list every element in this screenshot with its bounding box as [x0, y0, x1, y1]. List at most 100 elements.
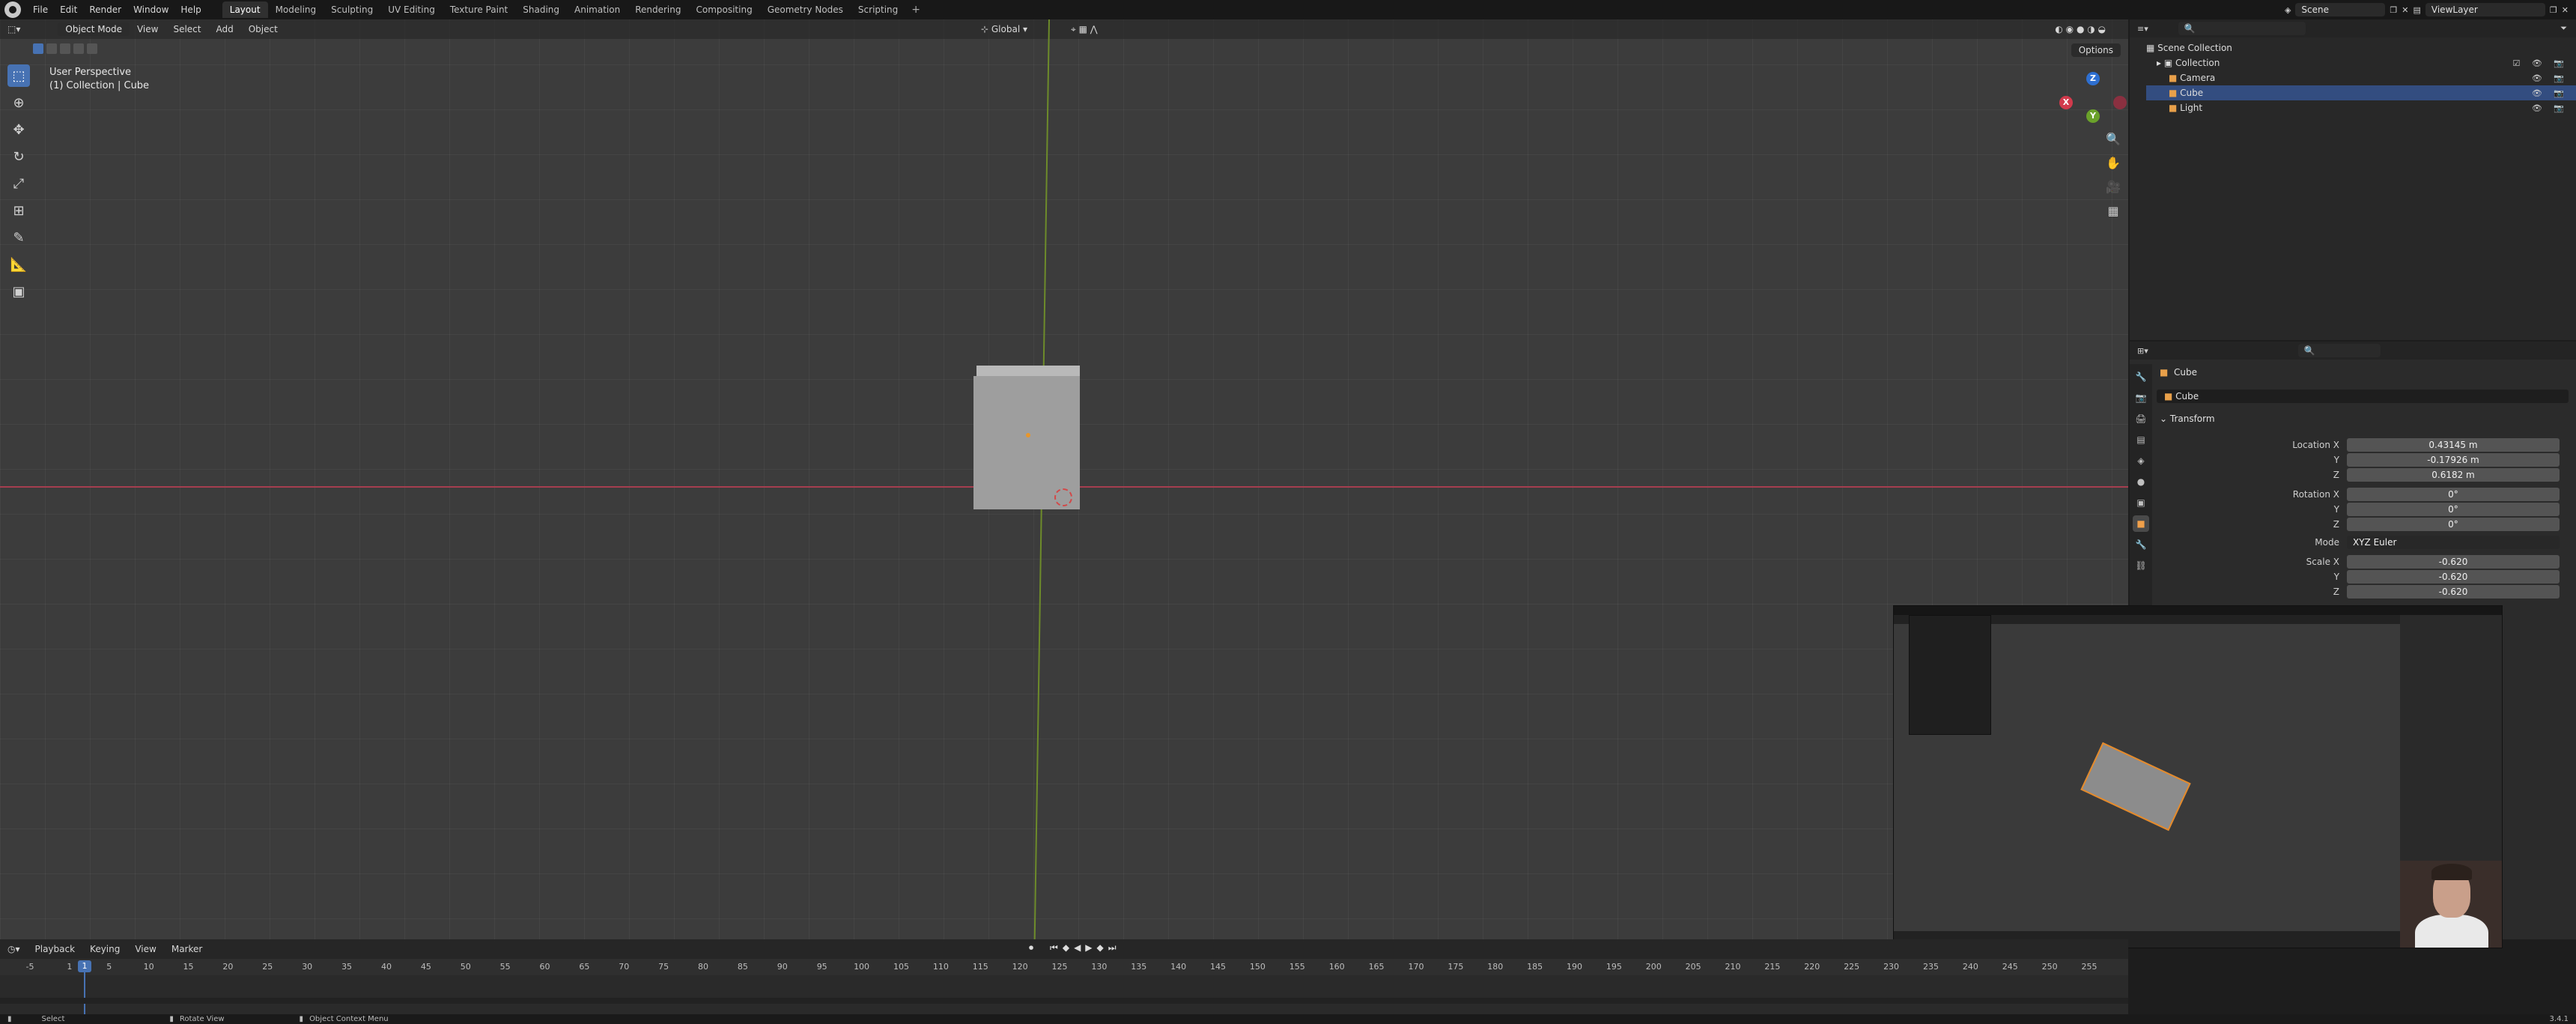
viewlayer-field[interactable]: ViewLayer [2425, 3, 2545, 16]
zoom-icon[interactable]: 🔍 [2103, 132, 2124, 153]
jump-start-icon[interactable]: ⏮ [1050, 942, 1058, 954]
jump-end-icon[interactable]: ⏭ [1108, 942, 1117, 954]
visibility-icons[interactable]: 👁 📷 [2532, 88, 2569, 98]
constraint-tab-icon[interactable]: ⛓ [2133, 557, 2149, 574]
outliner-item-camera[interactable]: ■ Camera 👁 📷 [2146, 70, 2576, 85]
timeline-ruler[interactable]: -5 1 5 10 15 20 25 30 35 40 45 50 55 60 65 70 75 80 85 90 95… [0, 959, 2128, 975]
menu-help[interactable]: Help [174, 0, 207, 19]
prev-key-icon[interactable]: ◆ [1063, 942, 1069, 954]
object-name-field[interactable]: ■ Cube [2157, 390, 2569, 403]
gizmo-y-axis[interactable]: Y [2086, 109, 2100, 123]
viewlayer-icon[interactable]: ▤ [2414, 5, 2421, 15]
shading-icons[interactable]: ◐ ◉ ● ◑ ◒ [2047, 24, 2113, 34]
move-tool-icon[interactable]: ✥ [7, 118, 30, 141]
rotate-tool-icon[interactable]: ↻ [7, 145, 30, 168]
add-workspace-icon[interactable]: + [905, 4, 926, 16]
scene-field[interactable]: Scene [2295, 3, 2386, 16]
rotation-mode-dropdown[interactable]: XYZ Euler [2347, 536, 2560, 549]
location-x-field[interactable]: 0.43145 m [2347, 438, 2560, 452]
scale-x-field[interactable]: -0.620 [2347, 555, 2560, 569]
tab-shading[interactable]: Shading [515, 1, 567, 18]
menu-timeline-view[interactable]: View [127, 944, 163, 954]
select-mode-icons[interactable] [33, 43, 97, 54]
visibility-icons[interactable]: 👁 📷 [2532, 103, 2569, 113]
outliner-item-cube[interactable]: ■ Cube 👁 📷 [2146, 85, 2576, 100]
tab-rendering[interactable]: Rendering [628, 1, 688, 18]
play-icon[interactable]: ▶ [1085, 942, 1092, 954]
output-tab-icon[interactable]: 🖨 [2133, 410, 2149, 427]
visibility-icons[interactable]: 👁 📷 [2532, 73, 2569, 83]
gizmo-z-axis[interactable]: Z [2086, 72, 2100, 85]
tab-animation[interactable]: Animation [567, 1, 628, 18]
tab-geometry-nodes[interactable]: Geometry Nodes [760, 1, 851, 18]
tab-uv-editing[interactable]: UV Editing [380, 1, 443, 18]
timeline-editor[interactable]: ◷▾ Playback Keying View Marker ⏺ ⏮ ◆ ◀ ▶… [0, 939, 2128, 1014]
collection-row[interactable]: ▸ ▣ Collection ☑ 👁 📷 [2146, 55, 2576, 70]
copy-icon[interactable]: ❐ [2390, 5, 2397, 15]
outliner-type-icon[interactable]: ≡▾ [2137, 24, 2148, 34]
playhead[interactable]: 1 [78, 960, 91, 972]
tab-scripting[interactable]: Scripting [851, 1, 905, 18]
outliner-item-light[interactable]: ■ Light 👁 📷 [2146, 100, 2576, 115]
pan-hand-icon[interactable]: ✋ [2103, 156, 2124, 177]
select-new-icon[interactable] [33, 43, 43, 54]
editor-type-icon[interactable]: ⬚▾ [0, 24, 28, 34]
tab-compositing[interactable]: Compositing [688, 1, 759, 18]
menu-window[interactable]: Window [127, 0, 174, 19]
blender-logo-icon[interactable] [4, 1, 21, 18]
tool-tab-icon[interactable]: 🔧 [2133, 369, 2149, 385]
navigation-gizmo[interactable]: Z X Y [2059, 72, 2127, 139]
filter-icon[interactable]: ⏷ [2560, 23, 2567, 34]
record-icon[interactable]: ⏺ [1029, 942, 1033, 954]
scale-y-field[interactable]: -0.620 [2347, 570, 2560, 584]
scale-z-field[interactable]: -0.620 [2347, 585, 2560, 599]
add-cube-tool-icon[interactable]: ▣ [7, 280, 30, 303]
tab-modeling[interactable]: Modeling [268, 1, 324, 18]
select-subtract-icon[interactable] [60, 43, 70, 54]
close-icon[interactable]: ✕ [2562, 5, 2569, 15]
annotate-tool-icon[interactable]: ✎ [7, 226, 30, 249]
transform-tool-icon[interactable]: ⊞ [7, 199, 30, 222]
outliner-search-input[interactable]: 🔍 [2178, 22, 2306, 35]
select-box-tool-icon[interactable]: ⬚ [7, 64, 30, 87]
menu-view[interactable]: View [130, 24, 165, 34]
tab-layout[interactable]: Layout [222, 1, 268, 18]
menu-select[interactable]: Select [165, 24, 208, 34]
measure-tool-icon[interactable]: 📐 [7, 253, 30, 276]
view-layer-tab-icon[interactable]: ▤ [2133, 431, 2149, 448]
collection-tab-icon[interactable]: ▣ [2133, 494, 2149, 511]
options-dropdown[interactable]: Options [2071, 43, 2121, 57]
location-z-field[interactable]: 0.6182 m [2347, 468, 2560, 482]
ortho-grid-icon[interactable]: ▦ [2103, 204, 2124, 225]
render-tab-icon[interactable]: 📷 [2133, 390, 2149, 406]
object-mode-dropdown[interactable]: Object Mode [58, 22, 130, 36]
tab-texture-paint[interactable]: Texture Paint [443, 1, 515, 18]
transform-panel-header[interactable]: ⌄ Transform [2160, 413, 2215, 424]
world-tab-icon[interactable]: ● [2133, 473, 2149, 490]
properties-type-icon[interactable]: ⊞▾ [2137, 346, 2148, 356]
visibility-icons[interactable]: ☑ 👁 📷 [2512, 58, 2569, 68]
menu-add[interactable]: Add [208, 24, 240, 34]
gizmo-neg-x[interactable] [2113, 96, 2127, 109]
menu-render[interactable]: Render [83, 0, 127, 19]
location-y-field[interactable]: -0.17926 m [2347, 453, 2560, 467]
menu-edit[interactable]: Edit [54, 0, 83, 19]
rotation-y-field[interactable]: 0° [2347, 503, 2560, 516]
camera-view-icon[interactable]: 🎥 [2103, 180, 2124, 201]
timeline-scrollbar[interactable] [0, 998, 2128, 1004]
tab-sculpting[interactable]: Sculpting [323, 1, 380, 18]
select-intersect-icon[interactable] [87, 43, 97, 54]
menu-file[interactable]: File [27, 0, 54, 19]
copy-icon[interactable]: ❐ [2550, 5, 2557, 15]
next-key-icon[interactable]: ◆ [1097, 942, 1104, 954]
select-extend-icon[interactable] [46, 43, 57, 54]
3d-cursor-icon[interactable] [1054, 488, 1072, 506]
scene-tab-icon[interactable]: ◈ [2133, 452, 2149, 469]
properties-search-input[interactable]: 🔍 [2297, 344, 2381, 357]
modifier-tab-icon[interactable]: 🔧 [2133, 536, 2149, 553]
rotation-x-field[interactable]: 0° [2347, 488, 2560, 501]
menu-playback[interactable]: Playback [28, 944, 83, 954]
cursor-tool-icon[interactable]: ⊕ [7, 91, 30, 114]
timeline-type-icon[interactable]: ◷▾ [0, 944, 28, 954]
menu-keying[interactable]: Keying [82, 944, 127, 954]
